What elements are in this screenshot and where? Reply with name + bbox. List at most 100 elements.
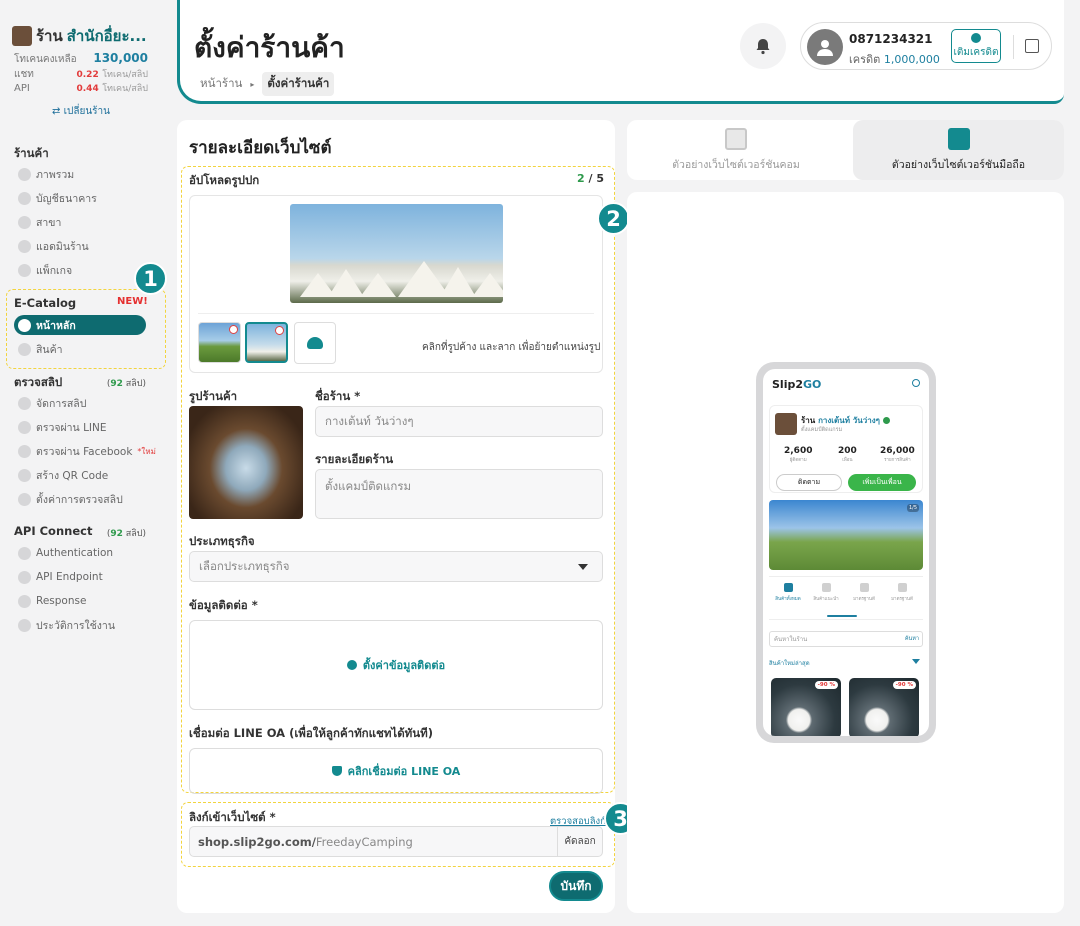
category-label: สินค้าแนะนำ [813, 597, 839, 602]
share-icon [346, 660, 357, 670]
sidebar-item-label: สาขา [36, 216, 62, 229]
cloud-upload-icon [307, 337, 323, 349]
sidebar-item-home[interactable]: หน้าหลัก [14, 315, 146, 335]
contact-settings-button[interactable]: ตั้งค่าข้อมูลติดต่อ [189, 620, 603, 710]
preview-search: ค้นหาในร้าน ค้นหา [769, 631, 923, 647]
contact-button-label: ตั้งค่าข้อมูลติดต่อ [362, 659, 446, 672]
callout-badge-1: 1 [134, 262, 167, 295]
callout-badge-2: 2 [597, 202, 630, 235]
new-badge: NEW! [117, 296, 148, 307]
website-detail-panel: รายละเอียดเว็บไซต์ อัปโหลดรูปปก 2 / 5 คล… [177, 120, 615, 913]
response-icon [18, 594, 31, 608]
token-value: 130,000 [93, 51, 148, 65]
preview-banner: 1/5 [769, 500, 923, 570]
breadcrumb-current: ตั้งค่าร้านค้า [262, 72, 335, 96]
cover-thumbnail-selected[interactable] [245, 322, 288, 363]
sidebar-item-label: แอดมินร้าน [36, 240, 89, 253]
sidebar-item-api-endpoint[interactable]: API Endpoint [18, 568, 103, 586]
connect-line-oa-button[interactable]: คลิกเชื่อมต่อ LINE OA [189, 748, 603, 794]
admin-icon [18, 239, 31, 253]
topup-label: เติมเครดิต [953, 46, 999, 58]
user-icon [912, 379, 920, 387]
desktop-icon [725, 127, 747, 150]
preview-category: มาตรฐานดี [883, 583, 921, 602]
sidebar-item-label: ภาพรวม [36, 168, 75, 181]
preview-shop-card: ร้าน กางเต้นท์ วันว่างๆ ตั้งแคมป์ติดแกรม… [769, 405, 923, 493]
upload-image-button[interactable] [294, 322, 336, 364]
shop-name-input[interactable]: กางเต้นท์ วันว่างๆ [315, 406, 603, 437]
category-indicator [827, 615, 857, 617]
logout-icon[interactable] [1025, 39, 1039, 53]
key-icon [18, 546, 31, 560]
sidebar-item-manage-slips[interactable]: จัดการสลิป [18, 394, 86, 412]
sidebar-item-admin[interactable]: แอดมินร้าน [18, 237, 89, 255]
grid-icon [783, 583, 793, 592]
remove-image-icon[interactable] [229, 325, 238, 334]
count-number: 92 [110, 379, 123, 389]
tab-desktop-preview[interactable]: ตัวอย่างเว็บไซต์เวอร์ชันคอม [627, 120, 845, 180]
copy-button[interactable]: คัดลอก [557, 827, 602, 856]
drag-hint: คลิกที่รูปค้าง และลาก เพื่อย้ายตำแหน่งรู… [422, 342, 601, 353]
website-url-field[interactable]: shop.slip2go.com/FreedayCamping คัดลอก [189, 826, 603, 857]
sidebar-item-authentication[interactable]: Authentication [18, 544, 113, 562]
line-icon [18, 420, 31, 434]
preview-shop-image [775, 413, 797, 435]
stat-label: เพื่อน [842, 458, 853, 463]
notification-button[interactable] [740, 23, 786, 69]
preview-categories: สินค้าทั้งหมด สินค้าแนะนำ มาตรฐานดี มาตร… [769, 576, 923, 620]
sidebar-item-products[interactable]: สินค้า [18, 340, 63, 358]
shop-name: สำนักอื่ยะ... [66, 27, 147, 45]
sidebar-item-usage-history[interactable]: ประวัติการใช้งาน [18, 616, 115, 634]
sidebar-item-qr-code[interactable]: สร้าง QR Code [18, 466, 108, 484]
sidebar: ร้าน สำนักอื่ยะ... โทเคนคงเหลือ 130,000 … [0, 0, 166, 926]
url-domain: shop.slip2go.com/ [198, 834, 316, 849]
user-phone: 0871234321 [849, 32, 933, 46]
panel-title: รายละเอียดเว็บไซต์ [189, 138, 332, 158]
mobile-icon [947, 127, 970, 150]
tab-mobile-preview[interactable]: ตัวอย่างเว็บไซต์เวอร์ชันมือถือ [853, 120, 1064, 180]
sidebar-item-response[interactable]: Response [18, 592, 86, 610]
sidebar-item-overview[interactable]: ภาพรวม [18, 165, 74, 183]
remove-image-icon[interactable] [275, 326, 284, 335]
shop-detail-textarea[interactable]: ตั้งแคมป์ติดแกรม [315, 469, 603, 519]
breadcrumb-home[interactable]: หน้าร้าน [200, 75, 242, 93]
sidebar-item-branch[interactable]: สาขา [18, 213, 61, 231]
stat-value: 26,000 [880, 446, 915, 456]
sidebar-item-label: จัดการสลิป [36, 397, 87, 410]
shop-switcher-header[interactable]: ร้าน สำนักอื่ยะ... [12, 24, 147, 48]
facebook-icon [18, 444, 31, 458]
topup-button[interactable]: เติมเครดิต [951, 29, 1001, 63]
settings-icon [18, 492, 31, 506]
mobile-preview-panel: Slip2GO ร้าน กางเต้นท์ วันว่างๆ ตั้งแคมป… [627, 192, 1064, 913]
products-icon [18, 342, 31, 356]
sidebar-item-label: ตรวจผ่าน Facebook [36, 445, 133, 458]
preview-follow-button: ติดตาม [776, 474, 842, 491]
shop-image[interactable] [189, 406, 303, 519]
sidebar-item-package[interactable]: แพ็กเกจ [18, 261, 72, 279]
sidebar-item-label: ประวัติการใช้งาน [36, 619, 116, 632]
save-button[interactable]: บันทึก [549, 871, 603, 901]
sidebar-item-label: Response [36, 595, 87, 607]
coin-icon [971, 32, 981, 43]
sidebar-item-verify-line[interactable]: ตรวจผ่าน LINE [18, 418, 107, 436]
sidebar-item-verify-facebook[interactable]: ตรวจผ่าน Facebook *ใหม่ [18, 442, 156, 460]
section-ecatalog-title: E-Catalog [14, 296, 77, 310]
sidebar-item-bank[interactable]: บัญชีธนาคาร [18, 189, 97, 207]
token-label: โทเคนคงเหลือ [14, 54, 77, 65]
thumb-up-icon [821, 583, 831, 592]
count-close: สลิป) [125, 379, 146, 389]
user-avatar[interactable] [807, 29, 843, 65]
endpoint-icon [18, 570, 31, 584]
credit-value: 1,000,000 [883, 53, 940, 66]
cover-thumbnail[interactable] [198, 322, 241, 363]
preview-category: มาตรฐานดี [845, 583, 883, 602]
switch-shop-link[interactable]: ⇄ เปลี่ยนร้าน [0, 104, 162, 119]
preview-new-products-title: สินค้าใหม่ล่าสุด [769, 660, 810, 667]
api-count: (92 สลิป) [107, 526, 146, 540]
biz-type-select[interactable]: เลือกประเภทธุรกิจ [189, 551, 603, 582]
sidebar-item-verify-settings[interactable]: ตั้งค่าการตรวจสลิป [18, 490, 123, 508]
preview-shop-title: กางเต้นท์ วันว่างๆ [818, 416, 880, 425]
tab-label: ตัวอย่างเว็บไซต์เวอร์ชันคอม [672, 158, 800, 171]
preview-add-friend-button: เพิ่มเป็นเพื่อน [848, 474, 916, 491]
api-rate-row: API 0.44 โทเคน/สลิป [14, 81, 148, 95]
